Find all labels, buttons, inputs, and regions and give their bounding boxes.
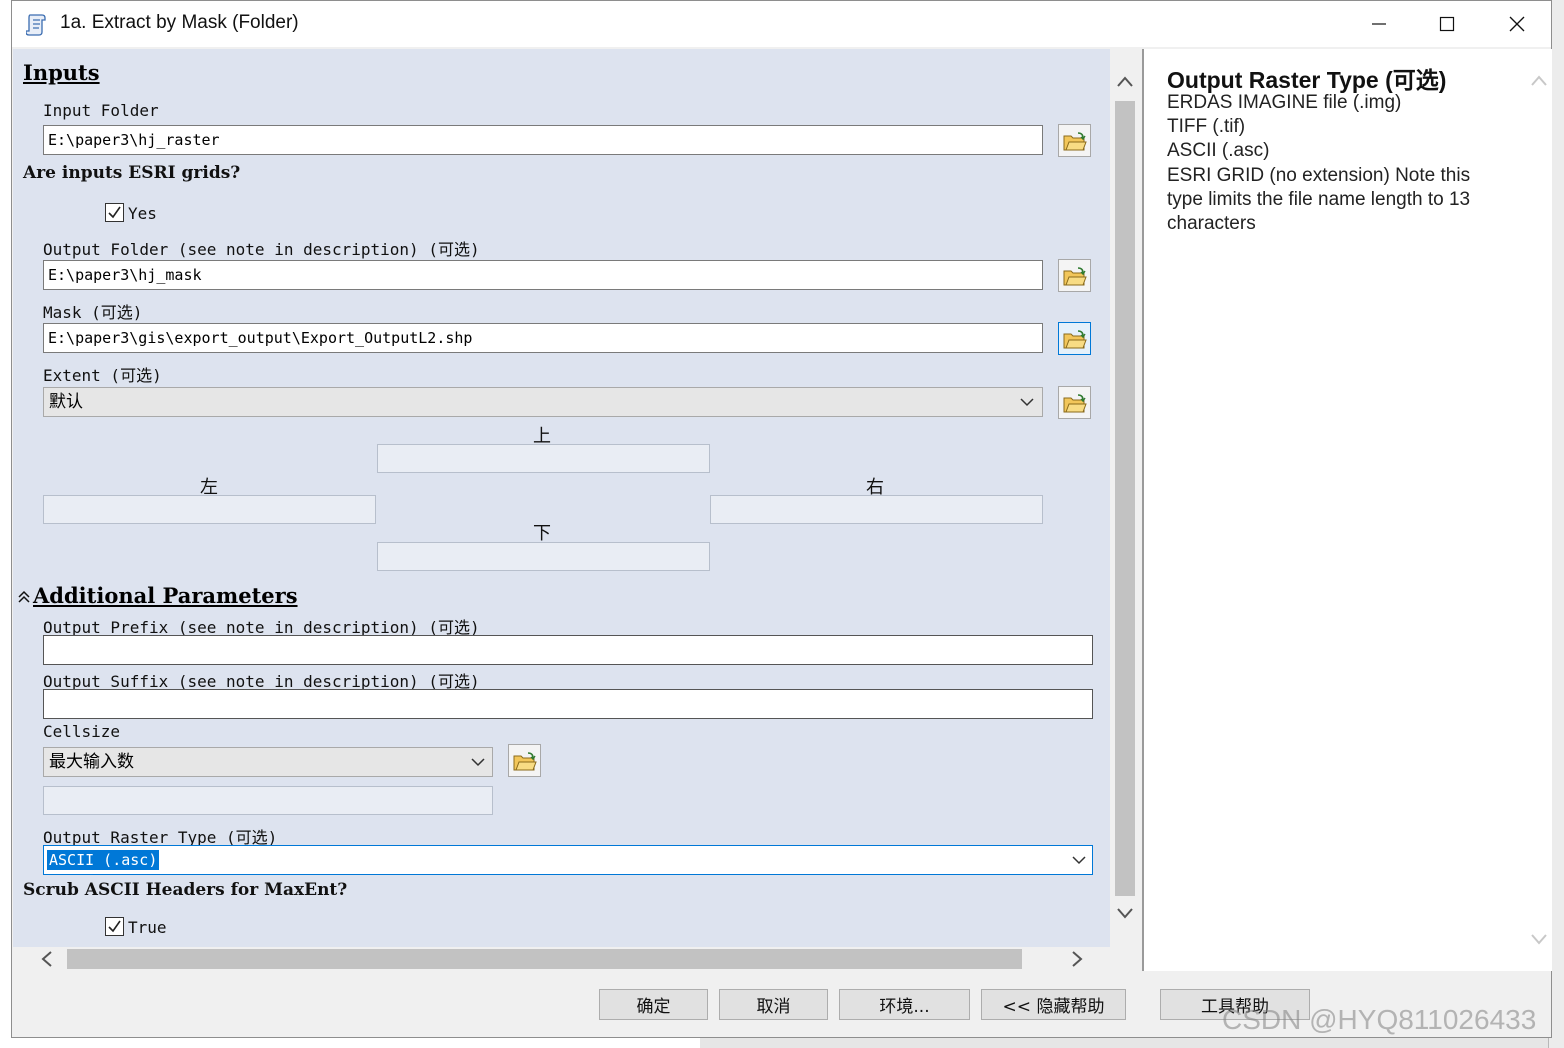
hide-help-button[interactable]: << 隐藏帮助 xyxy=(981,989,1126,1020)
mask-field[interactable]: E:\paper3\gis\export_output\Export_Outpu… xyxy=(43,323,1043,353)
output-folder-field[interactable]: E:\paper3\hj_mask xyxy=(43,260,1043,290)
watermark: CSDN @HYQ811026433 xyxy=(1222,1004,1537,1035)
input-folder-field[interactable]: E:\paper3\hj_raster xyxy=(43,125,1043,155)
tool-dialog: 1a. Extract by Mask (Folder) Inputs Inpu… xyxy=(11,0,1552,1038)
help-scroll-down-icon xyxy=(1531,934,1547,945)
scroll-left-icon xyxy=(41,951,52,967)
extent-select-value: 默认 xyxy=(49,392,83,412)
open-folder-icon xyxy=(1063,131,1087,150)
help-title: Output Raster Type (可选) xyxy=(1167,67,1447,93)
close-button[interactable] xyxy=(1482,1,1552,47)
help-pane: Output Raster Type (可选) ERDAS IMAGINE fi… xyxy=(1142,49,1552,971)
additional-parameters-title: Additional Parameters xyxy=(33,583,298,608)
scroll-right-icon xyxy=(1072,951,1083,967)
mask-label: Mask (可选) xyxy=(43,303,143,322)
title-bar[interactable]: 1a. Extract by Mask (Folder) xyxy=(12,1,1551,47)
extent-bottom-field[interactable] xyxy=(377,542,710,571)
extent-select[interactable]: 默认 xyxy=(43,387,1043,417)
scroll-up-icon xyxy=(1117,76,1133,87)
minimize-icon xyxy=(1372,23,1386,25)
chevron-double-up-icon xyxy=(18,590,30,603)
help-line: ERDAS IMAGINE file (.img) xyxy=(1167,92,1402,113)
chevron-down-icon xyxy=(1020,398,1034,407)
cellsize-value-field[interactable] xyxy=(43,786,493,815)
chevron-down-icon xyxy=(471,758,485,767)
close-icon xyxy=(1509,16,1525,32)
extent-left-field[interactable] xyxy=(43,495,376,524)
chevron-down-icon xyxy=(1072,856,1086,865)
esri-grids-checkbox-label: Yes xyxy=(128,204,157,223)
inputs-section-title: Inputs xyxy=(23,60,100,85)
help-line: ESRI GRID (no extension) Note this type … xyxy=(1167,165,1471,234)
output-prefix-field[interactable] xyxy=(43,635,1093,665)
output-folder-browse-button[interactable] xyxy=(1058,259,1091,292)
mask-browse-button[interactable] xyxy=(1058,322,1091,355)
cellsize-select-value: 最大输入数 xyxy=(49,752,134,772)
cellsize-label: Cellsize xyxy=(43,722,121,741)
cancel-button[interactable]: 取消 xyxy=(719,989,828,1020)
checkmark-icon xyxy=(108,206,121,219)
input-folder-label: Input Folder xyxy=(43,101,159,120)
scroll-down-icon xyxy=(1117,908,1133,919)
maximize-icon xyxy=(1439,16,1455,32)
esri-grids-question: Are inputs ESRI grids? xyxy=(23,163,241,183)
window-title: 1a. Extract by Mask (Folder) xyxy=(60,12,299,33)
help-line: TIFF (.tif) xyxy=(1167,116,1246,137)
checkmark-icon xyxy=(108,920,121,933)
output-folder-label: Output Folder (see note in description) … xyxy=(43,240,480,259)
help-scroll-up-icon xyxy=(1531,75,1547,86)
open-folder-icon xyxy=(1063,266,1087,285)
minimize-button[interactable] xyxy=(1344,1,1414,47)
script-tool-icon xyxy=(25,12,48,36)
extent-top-field[interactable] xyxy=(377,444,710,473)
vertical-scroll-thumb[interactable] xyxy=(1115,101,1135,896)
open-folder-icon xyxy=(1063,329,1087,348)
cellsize-select[interactable]: 最大输入数 xyxy=(43,747,493,777)
extent-browse-button[interactable] xyxy=(1058,386,1091,419)
extent-label: Extent (可选) xyxy=(43,366,162,385)
extent-right-field[interactable] xyxy=(710,495,1043,524)
open-folder-icon xyxy=(513,751,537,770)
ok-button[interactable]: 确定 xyxy=(599,989,708,1020)
input-folder-browse-button[interactable] xyxy=(1058,124,1091,157)
esri-grids-checkbox[interactable] xyxy=(105,203,124,222)
open-folder-icon xyxy=(1063,393,1087,412)
horizontal-scroll-thumb[interactable] xyxy=(67,949,1022,969)
cellsize-browse-button[interactable] xyxy=(508,744,541,777)
parameters-pane: Inputs Input Folder E:\paper3\hj_raster … xyxy=(13,49,1110,969)
environments-button[interactable]: 环境... xyxy=(839,989,970,1020)
background-window-edge-bottom xyxy=(700,1038,1548,1048)
output-raster-type-selected: ASCII (.asc) xyxy=(47,850,160,870)
scrub-question: Scrub ASCII Headers for MaxEnt? xyxy=(23,880,348,900)
scrub-checkbox[interactable] xyxy=(105,917,124,936)
scrub-checkbox-label: True xyxy=(128,918,167,937)
help-line: ASCII (.asc) xyxy=(1167,140,1270,161)
maximize-button[interactable] xyxy=(1412,1,1482,47)
output-suffix-field[interactable] xyxy=(43,689,1093,719)
output-raster-type-select[interactable]: ASCII (.asc) xyxy=(43,845,1093,875)
